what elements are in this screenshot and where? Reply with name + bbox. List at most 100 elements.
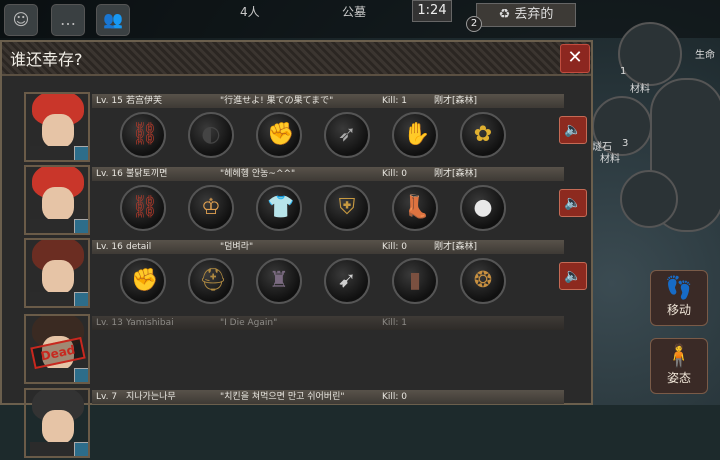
move-label: 移动: [666, 303, 691, 317]
player-portrait[interactable]: [24, 92, 90, 162]
equipment-slot[interactable]: ♜: [256, 258, 302, 304]
player-count: 4人: [240, 5, 260, 19]
mute-player-button[interactable]: 🔈: [559, 116, 587, 144]
right-hud: 1 材料 生命 燧石 3 材料 👣 移动 🧍 姿态: [590, 22, 720, 405]
discarded-items-button[interactable]: ♻ 丢弃的: [476, 3, 576, 27]
portrait-face: [42, 260, 74, 294]
player-team: 刚才[森林]: [434, 242, 478, 252]
players-button[interactable]: 👥: [96, 4, 130, 36]
recycle-icon: ♻: [498, 7, 515, 22]
player-name: detail: [126, 242, 152, 252]
player-portrait[interactable]: Dead: [24, 314, 90, 384]
player-quote: "行進せよ! 果ての果てまで": [220, 96, 334, 106]
shield-icon: ⛨: [338, 195, 356, 220]
feather-icon: ➹: [337, 268, 357, 293]
player-quote: "치킨을 쳐먹으면 만고 쉬어버린": [220, 392, 345, 402]
spiked-club-icon: ➶: [337, 122, 357, 147]
portrait-face: [42, 187, 74, 221]
player-info-bar: Lv. 16 불닭토끼면 "헤헤헹 안농~^^" Kill: 0 刚才[森林]: [92, 167, 564, 181]
mute-player-button[interactable]: 🔈: [559, 262, 587, 290]
survivor-row: Lv. 7 지나가는나무 "치킨을 쳐먹으면 만고 쉬어버린" Kill: 0: [24, 388, 564, 460]
player-quote: "헤헤헹 안농~^^": [220, 169, 296, 179]
player-level: Lv. 16: [96, 169, 123, 179]
brass-knuckles-icon: ⛓: [131, 195, 159, 220]
survivors-dialog: 谁还幸存? ✕ Lv. 15 若宫伊芙 "行進せよ! 果ての果てまで" Kill: 1…: [0, 40, 593, 458]
top-hud: ☺ … 👥 4人 公墓 1:24 ♻ 丢弃的 2: [0, 0, 720, 38]
bracer-icon: ▮: [408, 268, 422, 293]
portrait-face: [42, 410, 74, 444]
portrait-face: [42, 114, 74, 148]
survivor-row: Lv. 16 불닭토끼면 "헤헤헹 안농~^^" Kill: 0 刚才[森林] ⛓ ♔ 👕 ⛨ 👢…: [24, 165, 587, 237]
flower-icon: ✿: [473, 122, 493, 147]
equipment-slot[interactable]: ➶: [324, 112, 370, 158]
survivor-row: Lv. 16 detail "덤벼라" Kill: 0 刚才[森林] ✊ ⛑ ♜ ➹ ▮ ❂ 🔈: [24, 238, 587, 310]
equipment-slot[interactable]: ♔: [188, 185, 234, 231]
player-level: Lv. 13: [96, 318, 123, 328]
player-portrait[interactable]: [24, 165, 90, 235]
speaker-icon: 🔈: [564, 195, 582, 211]
pearl-icon: ●: [473, 195, 493, 220]
player-kills: Kill: 1: [382, 96, 408, 106]
player-info-bar: Lv. 13 Yamishibai "I Die Again" Kill: 1: [92, 316, 564, 330]
character-badge-icon: [74, 219, 88, 233]
gauntlet-icon: ✊: [267, 122, 295, 147]
stance-icon: 🧍: [665, 344, 693, 369]
people-icon: 👥: [103, 10, 123, 29]
footprint-icon: 👣: [665, 276, 693, 301]
material-2-label: 材料: [600, 154, 620, 165]
armor-icon: ♜: [269, 268, 289, 293]
player-info-bar: Lv. 15 若宫伊芙 "行進せよ! 果ての果てまで" Kill: 1 刚才[森林]: [92, 94, 564, 108]
character-badge-icon: [74, 442, 88, 456]
emoji-button[interactable]: ☺: [4, 4, 38, 36]
equipment-slot[interactable]: ⛑: [188, 258, 234, 304]
equipment-slot[interactable]: ✿: [460, 112, 506, 158]
player-level: Lv. 7: [96, 392, 118, 402]
location-label: 公墓: [342, 5, 367, 19]
equipment-slot[interactable]: ❂: [460, 258, 506, 304]
equipment-list: ⛓ ♔ 👕 ⛨ 👢 ●: [120, 183, 520, 233]
earrings-icon: ❂: [473, 268, 493, 293]
mute-player-button[interactable]: 🔈: [559, 189, 587, 217]
claw-glove-icon: ✋: [403, 122, 431, 147]
character-badge-icon: [74, 146, 88, 160]
life-label: 生命: [695, 50, 715, 61]
player-portrait[interactable]: [24, 238, 90, 308]
material-2-count: 3: [622, 138, 629, 149]
equipment-slot[interactable]: ➹: [324, 258, 370, 304]
equipment-slot[interactable]: ✋: [392, 112, 438, 158]
equipment-slot[interactable]: ◐: [188, 112, 234, 158]
equipment-slot[interactable]: ✊: [120, 258, 166, 304]
stance-label: 姿态: [666, 371, 691, 385]
action-slot[interactable]: [620, 170, 678, 228]
winged-tiara-icon: ♔: [201, 195, 221, 220]
player-quote: "I Die Again": [220, 318, 278, 328]
chat-button[interactable]: …: [51, 4, 85, 36]
equipment-slot[interactable]: ▮: [392, 258, 438, 304]
equipment-slot[interactable]: 👕: [256, 185, 302, 231]
equipment-slot[interactable]: ✊: [256, 112, 302, 158]
boots-icon: 👢: [403, 195, 431, 220]
material-slot-1[interactable]: [618, 22, 682, 86]
equipment-slot[interactable]: 👢: [392, 185, 438, 231]
player-level: Lv. 15: [96, 96, 123, 106]
close-button[interactable]: ✕: [560, 44, 590, 73]
equipment-slot[interactable]: ⛨: [324, 185, 370, 231]
smiley-icon: ☺: [12, 10, 30, 29]
equipment-list: ✊ ⛑ ♜ ➹ ▮ ❂: [120, 256, 520, 306]
player-name: 若宫伊芙: [126, 96, 163, 106]
speaker-icon: 🔈: [564, 268, 582, 284]
stance-button[interactable]: 🧍 姿态: [650, 338, 708, 394]
move-button[interactable]: 👣 移动: [650, 270, 708, 326]
player-kills: Kill: 0: [382, 392, 408, 402]
player-quote: "덤벼라": [220, 242, 254, 252]
equipment-slot[interactable]: ⛓: [120, 185, 166, 231]
character-badge-icon: [74, 292, 88, 306]
equipment-slot[interactable]: ●: [460, 185, 506, 231]
close-icon: ✕: [567, 47, 583, 68]
equipment-slot[interactable]: ⛓: [120, 112, 166, 158]
character-badge-icon: [74, 368, 88, 382]
gauntlet-icon: ✊: [131, 268, 159, 293]
player-portrait[interactable]: [24, 388, 90, 458]
player-kills: Kill: 0: [382, 169, 408, 179]
survivor-row: Lv. 15 若宫伊芙 "行進せよ! 果ての果てまで" Kill: 1 刚才[森林] ⛓ ◐…: [24, 92, 587, 164]
